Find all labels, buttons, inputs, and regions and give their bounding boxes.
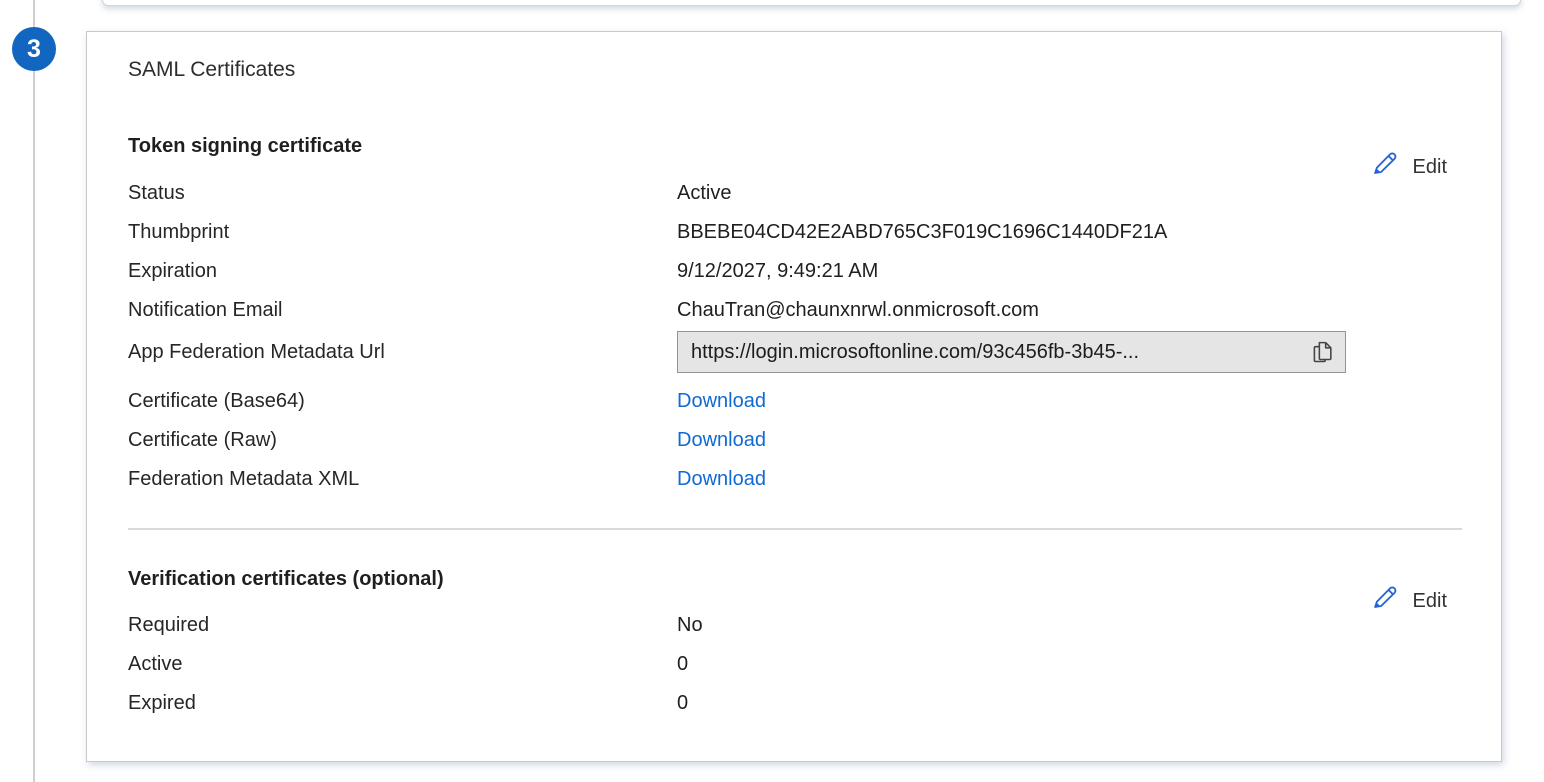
property-label: Active bbox=[128, 645, 677, 684]
metadata-url-value: https://login.microsoftonline.com/93c456… bbox=[691, 341, 1303, 364]
saml-certificates-card: SAML Certificates Edit Token signing cer… bbox=[86, 31, 1502, 762]
download-link[interactable]: Download bbox=[677, 382, 766, 421]
previous-card-edge bbox=[102, 0, 1521, 6]
pencil-icon bbox=[1369, 583, 1399, 619]
property-label: Notification Email bbox=[128, 291, 677, 330]
property-row: Notification Email ChauTran@chaunxnrwl.o… bbox=[128, 291, 1167, 330]
download-row: Federation Metadata XML Download bbox=[128, 460, 766, 499]
verification-section-title: Verification certificates (optional) bbox=[128, 568, 444, 591]
download-row-label: Certificate (Raw) bbox=[128, 421, 677, 460]
property-value: BBEBE04CD42E2ABD765C3F019C1696C1440DF21A bbox=[677, 213, 1167, 252]
download-row-label: Certificate (Base64) bbox=[128, 382, 677, 421]
download-row-label: Federation Metadata XML bbox=[128, 460, 677, 499]
step-connector-line bbox=[33, 0, 35, 782]
property-label: Expired bbox=[128, 684, 677, 723]
step-number-badge: 3 bbox=[12, 27, 56, 71]
edit-button-label: Edit bbox=[1413, 590, 1447, 613]
certificate-downloads: Certificate (Base64) Download Certificat… bbox=[128, 382, 766, 499]
property-value: 0 bbox=[677, 684, 688, 723]
property-value: ChauTran@chaunxnrwl.onmicrosoft.com bbox=[677, 291, 1039, 330]
property-row: Thumbprint BBEBE04CD42E2ABD765C3F019C169… bbox=[128, 213, 1167, 252]
card-title: SAML Certificates bbox=[128, 58, 295, 82]
download-link[interactable]: Download bbox=[677, 460, 766, 499]
download-row: Certificate (Raw) Download bbox=[128, 421, 766, 460]
property-label: Status bbox=[128, 174, 677, 213]
property-row: Expired 0 bbox=[128, 684, 703, 723]
token-signing-properties: Status Active Thumbprint BBEBE04CD42E2AB… bbox=[128, 174, 1167, 330]
edit-token-signing-button[interactable]: Edit bbox=[1369, 149, 1447, 185]
step-number: 3 bbox=[27, 35, 41, 64]
property-label: Expiration bbox=[128, 252, 677, 291]
edit-verification-button[interactable]: Edit bbox=[1369, 583, 1447, 619]
property-label: Thumbprint bbox=[128, 213, 677, 252]
section-divider bbox=[128, 528, 1462, 530]
property-value: 0 bbox=[677, 645, 688, 684]
download-link[interactable]: Download bbox=[677, 421, 766, 460]
property-row: Required No bbox=[128, 606, 703, 645]
property-value: 9/12/2027, 9:49:21 AM bbox=[677, 252, 878, 291]
property-row: Expiration 9/12/2027, 9:49:21 AM bbox=[128, 252, 1167, 291]
edit-button-label: Edit bbox=[1413, 156, 1447, 179]
property-value: Active bbox=[677, 174, 731, 213]
copy-icon bbox=[1309, 339, 1336, 366]
pencil-icon bbox=[1369, 149, 1399, 185]
download-row: Certificate (Base64) Download bbox=[128, 382, 766, 421]
metadata-url-label: App Federation Metadata Url bbox=[128, 341, 677, 364]
property-row: Active 0 bbox=[128, 645, 703, 684]
metadata-url-field[interactable]: https://login.microsoftonline.com/93c456… bbox=[677, 331, 1346, 373]
property-value: No bbox=[677, 606, 703, 645]
verification-properties: Required No Active 0 Expired 0 bbox=[128, 606, 703, 723]
token-signing-section-title: Token signing certificate bbox=[128, 135, 362, 158]
metadata-url-row: App Federation Metadata Url https://logi… bbox=[128, 331, 1346, 373]
property-row: Status Active bbox=[128, 174, 1167, 213]
property-label: Required bbox=[128, 606, 677, 645]
copy-button[interactable] bbox=[1309, 339, 1336, 366]
